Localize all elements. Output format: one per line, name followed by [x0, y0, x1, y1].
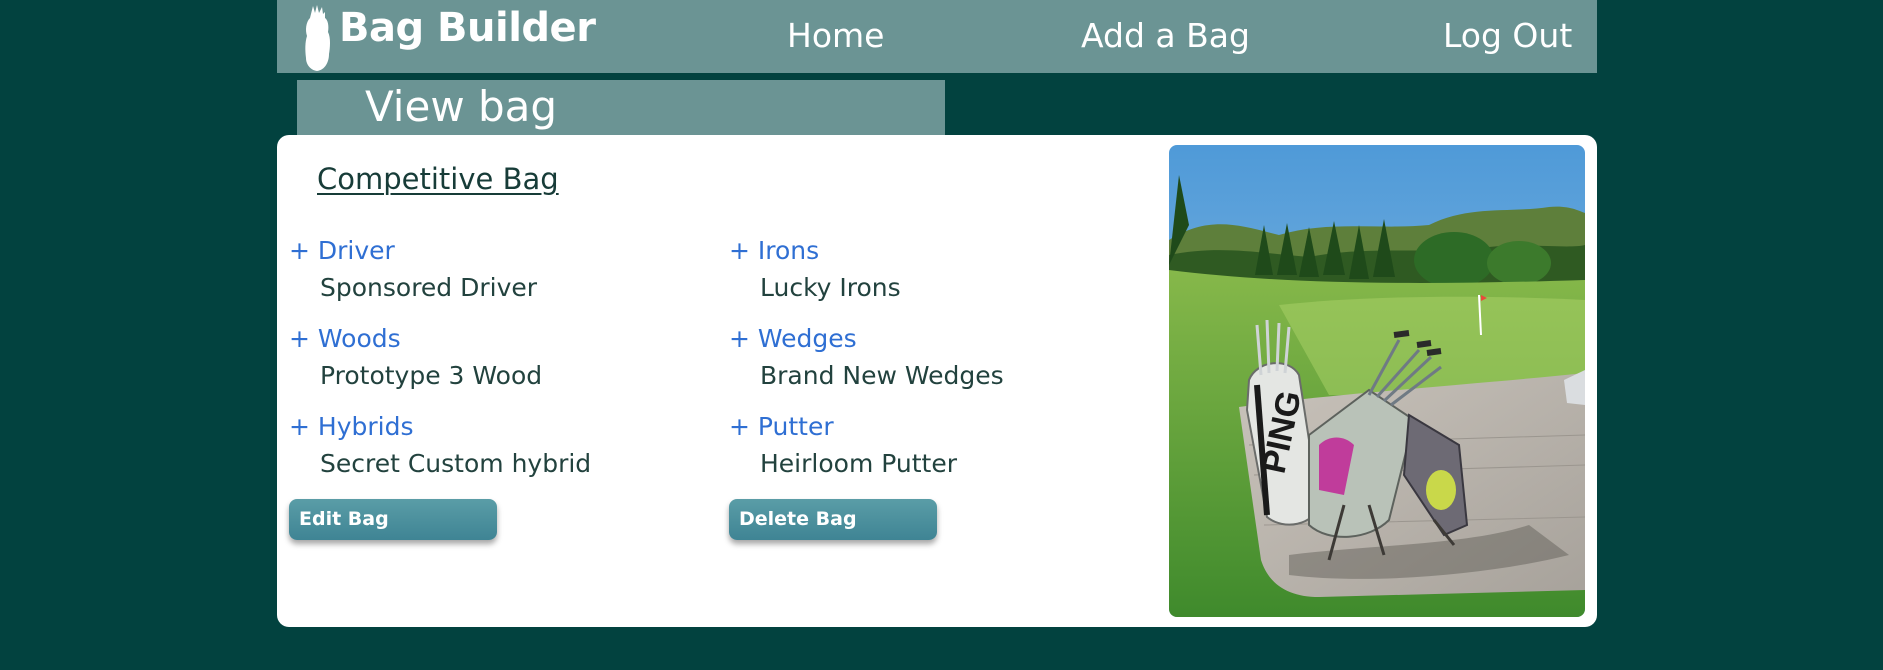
category-driver-toggle[interactable]: + Driver [289, 235, 395, 267]
category-hybrids-toggle[interactable]: + Hybrids [289, 411, 413, 443]
golf-bags-photo: PING [1169, 145, 1585, 617]
page-title: View bag [297, 80, 945, 136]
nav-log-out-link[interactable]: Log Out [1443, 15, 1572, 57]
edit-bag-button[interactable]: Edit Bag [289, 499, 497, 540]
club-driver: Sponsored Driver [320, 273, 538, 302]
golf-bag-icon [305, 5, 330, 71]
category-wedges-toggle[interactable]: + Wedges [729, 323, 857, 355]
nav-add-bag-link[interactable]: Add a Bag [1081, 15, 1250, 57]
brand-title[interactable]: Bag Builder [339, 3, 596, 53]
club-putter: Heirloom Putter [760, 449, 957, 478]
club-hybrids: Secret Custom hybrid [320, 449, 592, 478]
top-navbar: Bag Builder Home Add a Bag Log Out [277, 0, 1597, 73]
bag-name: Competitive Bag [317, 162, 559, 196]
category-irons-toggle[interactable]: + Irons [729, 235, 819, 267]
club-wedges: Brand New Wedges [760, 361, 1004, 390]
bag-card: Competitive Bag + Driver Sponsored Drive… [277, 135, 1597, 627]
club-woods: Prototype 3 Wood [320, 361, 543, 390]
delete-bag-button[interactable]: Delete Bag [729, 499, 937, 540]
category-putter-toggle[interactable]: + Putter [729, 411, 834, 443]
category-woods-toggle[interactable]: + Woods [289, 323, 401, 355]
nav-home-link[interactable]: Home [787, 15, 884, 57]
club-irons: Lucky Irons [760, 273, 901, 302]
